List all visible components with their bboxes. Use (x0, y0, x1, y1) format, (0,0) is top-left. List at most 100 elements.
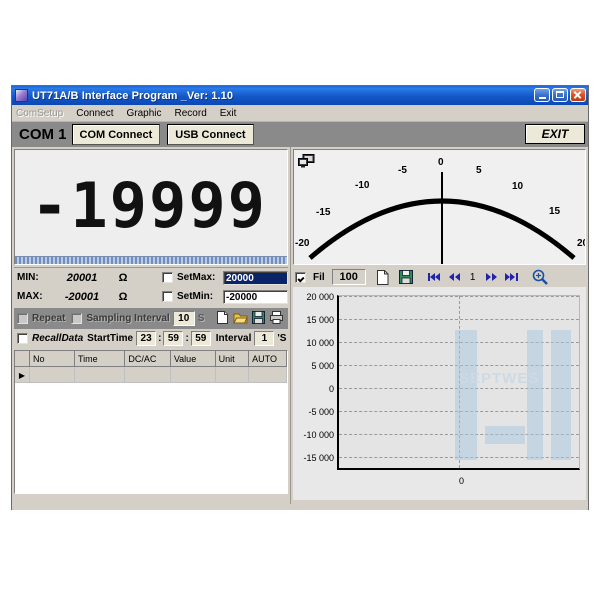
nav-next-button[interactable] (483, 269, 500, 285)
lcd-value: -19999 (15, 169, 283, 242)
window-bottom-filler (12, 504, 588, 510)
minimize-button[interactable] (534, 88, 550, 102)
lcd-display: -19999 (14, 149, 288, 265)
column-header-dcac[interactable]: DC/AC (125, 351, 170, 367)
sampling-toolbar: Repeat Sampling Interval 10 S (14, 308, 288, 329)
window-controls (534, 88, 586, 102)
gauge-tick-5: 5 (476, 165, 482, 176)
ytick-15000: 15 000 (306, 315, 334, 325)
column-header-no[interactable]: No (30, 351, 75, 367)
column-header-value[interactable]: Value (170, 351, 215, 367)
sampling-interval-input[interactable]: 10 (173, 311, 195, 326)
minmax-panel: MIN: 20001 Ω MAX: -20001 Ω SetMax: 20000 (14, 267, 288, 308)
gridline-x-0 (459, 296, 460, 468)
column-header-unit[interactable]: Unit (215, 351, 248, 367)
left-panel: -19999 MIN: 20001 Ω MAX: -20001 Ω (12, 147, 290, 504)
save-disk-icon[interactable] (251, 310, 266, 325)
setmax-row: SetMax: 20000 (162, 268, 288, 287)
current-row-arrow-icon: ▶ (19, 371, 25, 380)
repeat-checkbox[interactable] (17, 313, 28, 324)
maximize-button[interactable] (552, 88, 568, 102)
recall-interval-label: Interval (216, 333, 252, 344)
chart-new-file-icon[interactable] (373, 269, 393, 286)
cell-unit[interactable] (215, 367, 248, 383)
recall-interval-unit: 'S (277, 333, 286, 344)
data-table[interactable]: No Time DC/AC Value Unit AUTO ▶ (14, 350, 288, 494)
gauge-tick--15: -15 (316, 207, 330, 218)
menu-item-exit[interactable]: Exit (216, 108, 246, 119)
cell-time[interactable] (74, 367, 124, 383)
setmax-checkbox[interactable] (162, 272, 173, 283)
cell-value[interactable] (170, 367, 215, 383)
nav-prev-button[interactable] (446, 269, 463, 285)
menu-item-comsetup[interactable]: ComSetup (12, 108, 72, 119)
zoom-in-icon[interactable] (530, 269, 550, 286)
starttime-minutes-input[interactable]: 59 (163, 331, 183, 346)
recalldata-checkbox[interactable] (17, 333, 28, 344)
starttime-hours-input[interactable]: 23 (136, 331, 156, 346)
recall-toolbar: RecallData StartTime 23 : 59 : 59 Interv… (14, 329, 288, 348)
com-port-label: COM 1 (14, 124, 72, 146)
setmin-checkbox[interactable] (162, 291, 173, 302)
chart-plot[interactable]: SEPTWES (337, 295, 580, 470)
time-colon-2: : (183, 333, 190, 344)
main-body: -19999 MIN: 20001 Ω MAX: -20001 Ω (12, 147, 588, 504)
gauge-tick--10: -10 (355, 180, 369, 191)
print-icon[interactable] (269, 310, 284, 325)
cell-auto[interactable] (249, 367, 287, 383)
starttime-label: StartTime (87, 333, 133, 344)
gauge-tick-labels: -20 -15 -10 -5 0 5 10 15 20 (294, 150, 586, 264)
open-folder-icon[interactable] (233, 310, 248, 325)
ytick--5000: -5 000 (308, 407, 334, 417)
column-header-time[interactable]: Time (74, 351, 124, 367)
close-button[interactable] (570, 88, 586, 102)
sampling-interval-unit: S (198, 313, 205, 324)
menu-item-record[interactable]: Record (171, 108, 216, 119)
chart-area[interactable]: 20 000 15 000 10 000 5 000 0 -5 000 -10 … (293, 287, 586, 500)
recall-interval-input[interactable]: 1 (254, 331, 274, 346)
page-number[interactable]: 1 (466, 272, 480, 283)
min-value: 20001 (51, 272, 113, 284)
starttime-seconds-input[interactable]: 59 (191, 331, 211, 346)
nav-first-button[interactable] (426, 269, 443, 285)
ytick-5000: 5 000 (311, 361, 334, 371)
cell-dcac[interactable] (125, 367, 170, 383)
sampling-interval-checkbox[interactable] (71, 313, 82, 324)
sample-count-input[interactable]: 100 (332, 269, 366, 285)
row-marker: ▶ (15, 367, 30, 383)
gauge-tick-0: 0 (438, 157, 444, 168)
new-file-icon[interactable] (215, 310, 230, 325)
min-unit: Ω (113, 272, 133, 284)
chart-toolbar: Fil 100 (293, 267, 586, 287)
column-header-auto[interactable]: AUTO (249, 351, 287, 367)
min-label: MIN: (17, 272, 51, 283)
fill-checkbox[interactable] (295, 272, 306, 283)
com-connect-button[interactable]: COM Connect (72, 124, 161, 145)
gauge-tick-15: 15 (549, 206, 560, 217)
setmin-input[interactable]: -20000 (223, 290, 288, 304)
setmax-input[interactable]: 20000 (223, 271, 288, 285)
setmin-row: SetMin: -20000 (162, 287, 288, 306)
menu-item-connect[interactable]: Connect (72, 108, 122, 119)
ytick--10000: -10 000 (303, 430, 334, 440)
watermark-text: SEPTWES (459, 370, 565, 387)
ytick-20000: 20 000 (306, 292, 334, 302)
ytick-0: 0 (329, 384, 334, 394)
program-icon (15, 89, 28, 102)
table-row[interactable]: ▶ (15, 367, 287, 383)
window-title: UT71A/B Interface Program _Ver: 1.10 (32, 90, 233, 102)
title-bar: UT71A/B Interface Program _Ver: 1.10 (12, 86, 588, 105)
analog-gauge: -20 -15 -10 -5 0 5 10 15 20 (293, 149, 586, 265)
ytick--15000: -15 000 (303, 453, 334, 463)
repeat-label: Repeat (32, 313, 65, 324)
cell-no[interactable] (30, 367, 75, 383)
set-limits-box: SetMax: 20000 SetMin: -20000 (162, 268, 288, 306)
watermark: SEPTWES (455, 330, 575, 460)
exit-button[interactable]: EXIT (525, 124, 585, 144)
menu-item-graphic[interactable]: Graphic (123, 108, 171, 119)
chart-save-disk-icon[interactable] (396, 269, 416, 286)
nav-last-button[interactable] (503, 269, 520, 285)
lcd-segment-strip (15, 256, 287, 264)
usb-connect-button[interactable]: USB Connect (167, 124, 253, 145)
gauge-tick-20: 20 (577, 238, 586, 249)
